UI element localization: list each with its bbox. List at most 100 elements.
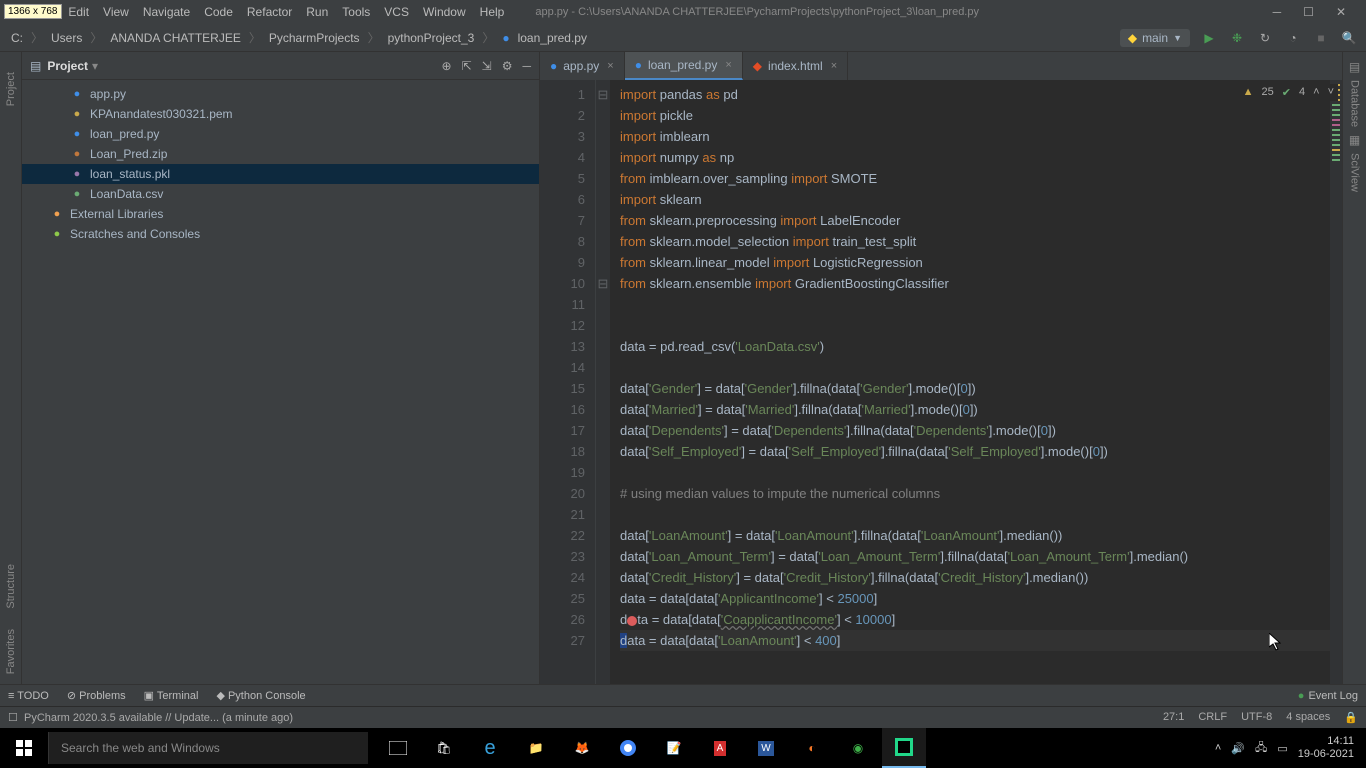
minimize-icon[interactable]: ─ <box>1273 5 1282 19</box>
tool-favorites[interactable]: Favorites <box>5 629 17 674</box>
event-log[interactable]: Event Log <box>1308 690 1358 702</box>
menu-edit[interactable]: Edit <box>61 5 96 19</box>
taskview-icon[interactable] <box>376 728 420 768</box>
tree-item[interactable]: ●Scratches and Consoles <box>22 224 539 244</box>
crumb-2[interactable]: ANANDA CHATTERJEE <box>107 31 243 45</box>
acrobat-icon[interactable]: A <box>698 728 742 768</box>
tray-volume-icon[interactable]: 🔊 <box>1231 742 1245 755</box>
tree-item[interactable]: ●LoanData.csv <box>22 184 539 204</box>
chrome-icon[interactable] <box>606 728 650 768</box>
maximize-icon[interactable]: ☐ <box>1303 5 1314 19</box>
pycharm-icon[interactable] <box>882 728 926 768</box>
dimension-badge: 1366 x 768 <box>4 4 62 19</box>
file-icon: ● <box>70 107 84 121</box>
notepad-icon[interactable]: 📝 <box>652 728 696 768</box>
tray-action-icon[interactable]: ▭ <box>1277 742 1287 755</box>
code-area[interactable]: import pandas as pdimport pickleimport i… <box>610 80 1330 684</box>
fold-gutter[interactable]: ⊟ ⊟ <box>596 80 610 684</box>
menu-help[interactable]: Help <box>473 5 512 19</box>
tray-network-icon[interactable]: 🖧 <box>1255 739 1267 758</box>
run-button-icon[interactable]: ▶ <box>1200 29 1218 47</box>
tree-label: External Libraries <box>70 207 163 221</box>
search-everywhere-icon[interactable]: 🔍 <box>1340 29 1358 47</box>
taskbar-clock[interactable]: 14:11 19-06-2021 <box>1298 735 1354 761</box>
chevron-down-icon[interactable]: ▾ <box>92 59 98 73</box>
code-editor[interactable]: 1234567891011121314151617181920212223242… <box>540 80 1342 684</box>
tool-project[interactable]: Project <box>5 72 17 106</box>
tool-terminal[interactable]: ▣ Terminal <box>144 689 199 702</box>
menu-refactor[interactable]: Refactor <box>240 5 299 19</box>
db-icon[interactable]: ▤ <box>1349 60 1360 74</box>
encoding[interactable]: UTF-8 <box>1241 711 1272 724</box>
store-icon[interactable]: 🛍 <box>422 728 466 768</box>
edge-icon[interactable]: e <box>468 728 512 768</box>
crumb-1[interactable]: Users <box>48 31 85 45</box>
menu-run[interactable]: Run <box>299 5 335 19</box>
menu-vcs[interactable]: VCS <box>377 5 416 19</box>
menu-navigate[interactable]: Navigate <box>136 5 197 19</box>
menu-window[interactable]: Window <box>416 5 473 19</box>
tree-label: loan_status.pkl <box>90 167 170 181</box>
status-message[interactable]: PyCharm 2020.3.5 available // Update... … <box>24 712 293 724</box>
debug-button-icon[interactable]: ❉ <box>1228 29 1246 47</box>
gear-icon[interactable]: ⚙ <box>502 59 513 73</box>
crumb-3[interactable]: PycharmProjects <box>266 31 363 45</box>
profile-icon[interactable]: ◔ <box>1284 29 1302 47</box>
tree-item[interactable]: ●KPAnandatest030321.pem <box>22 104 539 124</box>
tree-item[interactable]: ●loan_status.pkl <box>22 164 539 184</box>
word-icon[interactable]: W <box>744 728 788 768</box>
chevron-down-icon[interactable]: ˅ <box>1328 86 1334 99</box>
tool-sciview[interactable]: SciView <box>1349 153 1361 192</box>
tool-problems[interactable]: ⊘ Problems <box>67 689 126 702</box>
editor-tab[interactable]: ◆index.html× <box>743 52 848 80</box>
line-ending[interactable]: CRLF <box>1198 711 1227 724</box>
editor-tab[interactable]: ●app.py× <box>540 52 625 80</box>
locate-icon[interactable]: ⊕ <box>442 59 452 73</box>
taskbar-search[interactable]: Search the web and Windows <box>48 732 368 764</box>
expand-all-icon[interactable]: ⇱ <box>462 59 472 73</box>
start-button[interactable] <box>0 740 48 756</box>
menu-code[interactable]: Code <box>197 5 240 19</box>
project-label[interactable]: Project <box>47 59 88 73</box>
crumb-5[interactable]: loan_pred.py <box>515 31 590 45</box>
cursor-position[interactable]: 27:1 <box>1163 711 1184 724</box>
tree-item[interactable]: ●loan_pred.py <box>22 124 539 144</box>
explorer-icon[interactable]: 📁 <box>514 728 558 768</box>
tool-database[interactable]: Database <box>1349 80 1361 127</box>
coverage-icon[interactable]: ↻ <box>1256 29 1274 47</box>
breadcrumb: C:〉 Users〉 ANANDA CHATTERJEE〉 PycharmPro… <box>8 29 590 46</box>
crumb-4[interactable]: pythonProject_3 <box>385 31 478 45</box>
tree-item[interactable]: ●Loan_Pred.zip <box>22 144 539 164</box>
run-configuration[interactable]: ◆ main ▼ <box>1120 29 1190 47</box>
editor-tab[interactable]: ●loan_pred.py× <box>625 52 743 80</box>
stop-icon[interactable]: ■ <box>1312 29 1330 47</box>
anaconda-icon[interactable]: ◉ <box>836 728 880 768</box>
close-icon[interactable]: ✕ <box>1336 5 1346 19</box>
menu-tools[interactable]: Tools <box>335 5 377 19</box>
inspections-widget[interactable]: ▲25 ✔4 ˄ ˅ <box>1239 84 1338 101</box>
hide-icon[interactable]: ─ <box>522 59 531 73</box>
firefox-icon[interactable]: 🦊 <box>560 728 604 768</box>
chevron-up-icon[interactable]: ˄ <box>1313 86 1319 99</box>
close-tab-icon[interactable]: × <box>831 60 837 72</box>
jupyter-icon[interactable]: ◐ <box>790 728 834 768</box>
sci-icon[interactable]: ▦ <box>1349 133 1360 147</box>
close-tab-icon[interactable]: × <box>725 59 731 71</box>
search-placeholder: Search the web and Windows <box>61 741 220 755</box>
menu-view[interactable]: View <box>96 5 136 19</box>
error-stripe[interactable] <box>1330 80 1342 684</box>
crumb-0[interactable]: C: <box>8 31 26 45</box>
collapse-all-icon[interactable]: ⇲ <box>482 59 492 73</box>
tree-item[interactable]: ●External Libraries <box>22 204 539 224</box>
tool-todo[interactable]: ≡ TODO <box>8 690 49 702</box>
tool-structure[interactable]: Structure <box>5 564 17 609</box>
indent[interactable]: 4 spaces <box>1286 711 1330 724</box>
lock-icon[interactable]: 🔒 <box>1344 711 1358 724</box>
tray-chevron-icon[interactable]: ˄ <box>1215 742 1221 754</box>
file-icon: ● <box>70 187 84 201</box>
close-tab-icon[interactable]: × <box>607 60 613 72</box>
notification-icon[interactable]: ☐ <box>8 711 18 724</box>
tree-item[interactable]: ●app.py <box>22 84 539 104</box>
windows-taskbar: Search the web and Windows 🛍 e 📁 🦊 📝 A W… <box>0 728 1366 768</box>
tool-python-console[interactable]: ◆ Python Console <box>216 689 305 702</box>
